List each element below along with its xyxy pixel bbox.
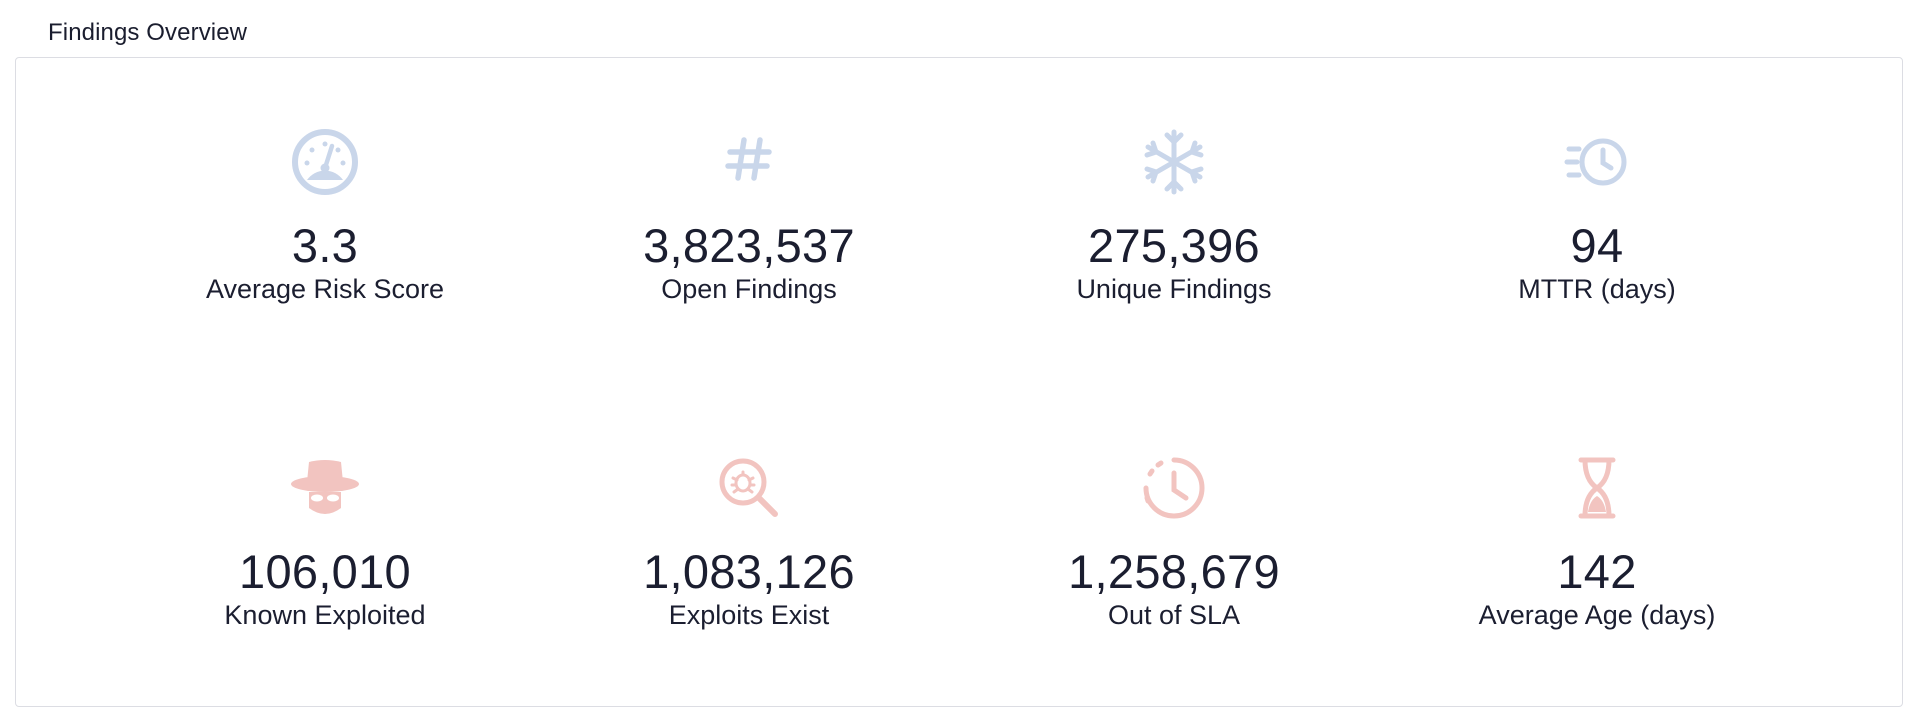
metric-label: Out of SLA — [1107, 600, 1241, 630]
dashed-clock-icon — [1143, 457, 1205, 519]
metric-value: 106,010 — [239, 545, 411, 598]
metric-value: 3,823,537 — [643, 219, 855, 272]
metric-label: Unique Findings — [1076, 274, 1272, 304]
metric-value: 1,258,679 — [1068, 545, 1280, 598]
metric-value: 275,396 — [1088, 219, 1260, 272]
metric-average-risk-score: 3.3 Average Risk Score — [115, 122, 535, 306]
snowflake-icon — [1144, 129, 1204, 195]
findings-overview-card: 3.3 Average Risk Score 3,823,537 Open Fi… — [15, 57, 1903, 707]
section-title: Findings Overview — [48, 19, 248, 46]
findings-overview-page: Findings Overview 3.3 Average Risk Score — [0, 0, 1920, 726]
metric-unique-findings: 275,396 Unique Findings — [964, 122, 1384, 306]
metric-label: Open Findings — [661, 274, 837, 304]
metric-value: 1,083,126 — [643, 545, 855, 598]
metric-value: 142 — [1557, 545, 1637, 598]
metric-known-exploited: 106,010 Known Exploited — [115, 448, 535, 632]
metric-label: Average Age (days) — [1478, 600, 1716, 630]
metric-average-age: 142 Average Age (days) — [1387, 448, 1807, 632]
metric-out-of-sla: 1,258,679 Out of SLA — [964, 448, 1384, 632]
hash-icon — [725, 137, 772, 181]
gauge-icon — [292, 129, 358, 195]
metric-open-findings: 3,823,537 Open Findings — [539, 122, 959, 306]
metric-label: Average Risk Score — [205, 274, 445, 304]
metric-label: MTTR (days) — [1518, 274, 1676, 304]
metric-exploits-exist: 1,083,126 Exploits Exist — [539, 448, 959, 632]
metric-value: 94 — [1570, 219, 1624, 272]
metric-label: Known Exploited — [224, 600, 426, 630]
metric-value: 3.3 — [291, 219, 359, 272]
metric-mttr: 94 MTTR (days) — [1387, 122, 1807, 306]
spy-icon — [291, 460, 359, 514]
hourglass-icon — [1578, 457, 1616, 519]
bug-search-icon — [719, 458, 778, 517]
metric-label: Exploits Exist — [668, 600, 830, 630]
fast-clock-icon — [1564, 138, 1627, 186]
